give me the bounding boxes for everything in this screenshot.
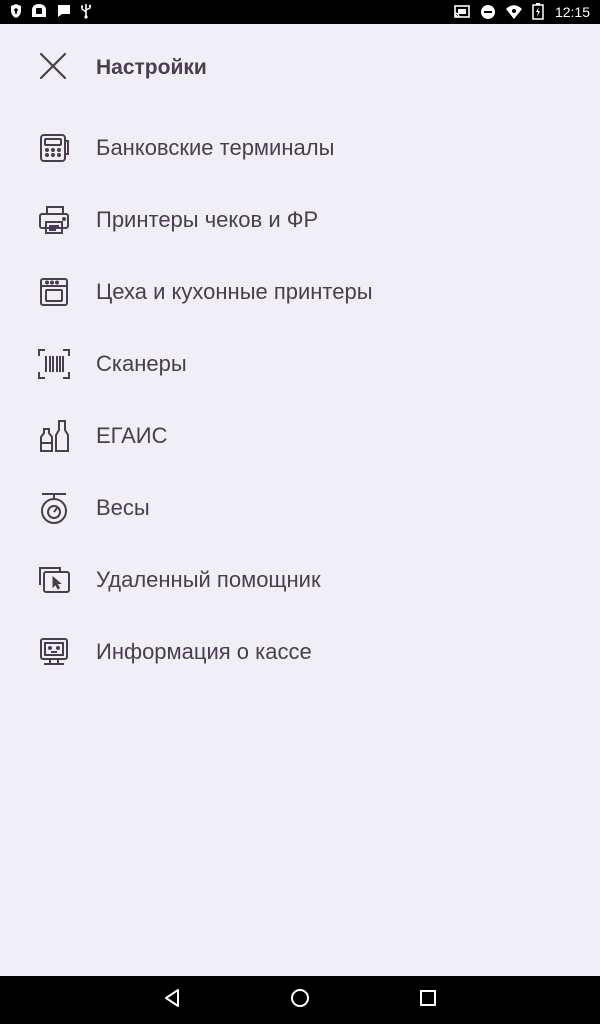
close-button[interactable] — [30, 45, 76, 91]
menu-item-receipt-printers[interactable]: Принтеры чеков и ФР — [0, 184, 600, 256]
shield-icon — [10, 3, 22, 19]
menu-item-egais[interactable]: ЕГАИС — [0, 400, 600, 472]
home-button[interactable] — [260, 976, 340, 1024]
page-title: Настройки — [96, 56, 207, 79]
status-right-icons: 12:15 — [453, 3, 590, 20]
battery-charging-icon — [532, 3, 544, 20]
menu-item-label: Принтеры чеков и ФР — [96, 207, 319, 232]
menu-item-label: Сканеры — [96, 351, 187, 376]
status-left-icons — [10, 3, 92, 19]
do-not-disturb-icon — [480, 4, 496, 20]
barcode-scanner-icon — [36, 346, 72, 382]
chat-icon — [56, 3, 72, 19]
pos-terminal-icon — [36, 130, 72, 166]
menu-item-label: Удаленный помощник — [96, 567, 321, 592]
recents-icon — [419, 989, 437, 1012]
wifi-icon — [505, 4, 523, 20]
menu-item-remote-assistant[interactable]: Удаленный помощник — [0, 544, 600, 616]
menu-item-label: ЕГАИС — [96, 423, 168, 448]
menu-item-register-info[interactable]: Информация о кассе — [0, 616, 600, 688]
settings-menu: Банковские терминалы Принтеры чеков и ФР — [0, 112, 600, 688]
menu-item-scanners[interactable]: Сканеры — [0, 328, 600, 400]
cast-icon — [453, 4, 471, 20]
settings-screen: 12:15 Настройки Банковские терминалы При… — [0, 0, 600, 1024]
menu-item-bank-terminals[interactable]: Банковские терминалы — [0, 112, 600, 184]
menu-item-label: Цеха и кухонные принтеры — [96, 279, 373, 304]
menu-item-label: Банковские терминалы — [96, 135, 335, 160]
remote-cursor-icon — [36, 562, 72, 598]
menu-item-label: Информация о кассе — [96, 639, 312, 664]
home-icon — [290, 988, 310, 1013]
header: Настройки — [0, 24, 600, 112]
ghost-icon — [30, 3, 48, 19]
navigation-bar — [0, 976, 600, 1024]
oven-icon — [36, 274, 72, 310]
back-icon — [163, 988, 181, 1013]
close-icon — [38, 51, 68, 86]
scale-icon — [36, 490, 72, 526]
status-time: 12:15 — [554, 3, 590, 20]
menu-item-label: Весы — [96, 495, 150, 520]
status-bar: 12:15 — [0, 0, 600, 24]
printer-icon — [36, 202, 72, 238]
usb-icon — [80, 3, 92, 19]
back-button[interactable] — [132, 976, 212, 1024]
recents-button[interactable] — [388, 976, 468, 1024]
bottles-icon — [36, 418, 72, 454]
menu-item-scales[interactable]: Весы — [0, 472, 600, 544]
monitor-info-icon — [36, 634, 72, 670]
menu-item-kitchen-printers[interactable]: Цеха и кухонные принтеры — [0, 256, 600, 328]
